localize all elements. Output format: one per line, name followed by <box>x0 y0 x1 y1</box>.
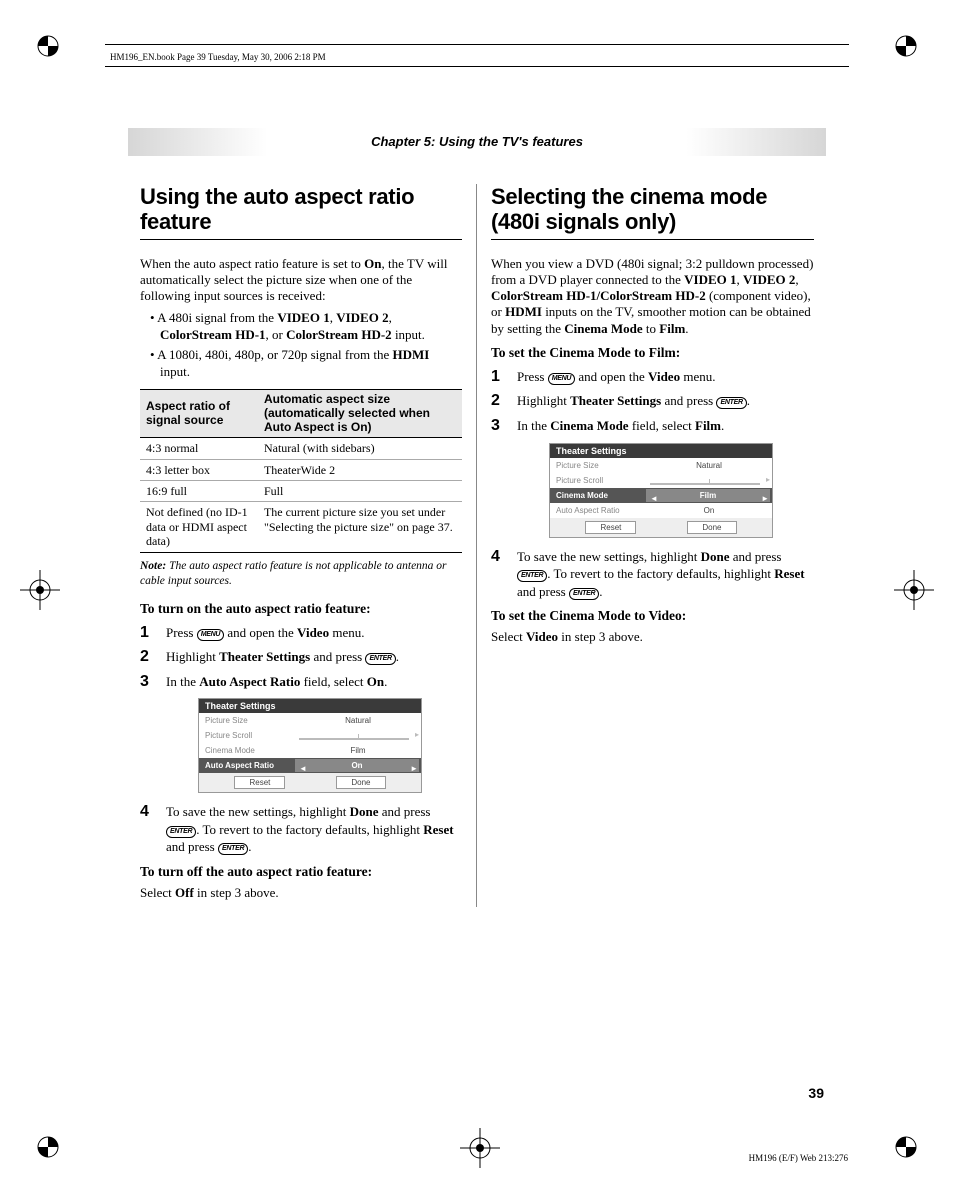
section-heading: Selecting the cinema mode (480i signals … <box>491 184 814 240</box>
step-item: 3In the Auto Aspect Ratio field, select … <box>140 671 462 693</box>
step-item: 2Highlight Theater Settings and press EN… <box>491 390 814 412</box>
subheading: To turn off the auto aspect ratio featur… <box>140 864 462 880</box>
step-item: 4To save the new settings, highlight Don… <box>491 546 814 601</box>
table-cell: 16:9 full <box>140 481 258 502</box>
step-item: 4To save the new settings, highlight Don… <box>140 801 462 856</box>
note-text: Note: The auto aspect ratio feature is n… <box>140 559 462 589</box>
osd-theater-settings: Theater Settings Picture SizeNatural Pic… <box>549 443 773 538</box>
step-number: 1 <box>491 366 517 388</box>
step-number: 2 <box>140 646 166 668</box>
menu-button-icon: MENU <box>197 629 224 641</box>
subheading: To turn on the auto aspect ratio feature… <box>140 601 462 617</box>
registration-target-icon <box>460 1128 500 1173</box>
table-cell: Natural (with sidebars) <box>258 438 462 459</box>
osd-reset-button: Reset <box>585 521 636 534</box>
osd-done-button: Done <box>336 776 385 789</box>
osd-row-highlighted: Auto Aspect Ratio◄On► <box>199 758 421 773</box>
table-cell: The current picture size you set under "… <box>258 502 462 552</box>
triangle-left-icon: ◄ <box>650 492 658 505</box>
left-column: Using the auto aspect ratio feature When… <box>130 184 477 907</box>
step-number: 3 <box>140 671 166 693</box>
body-text: Select Video in step 3 above. <box>491 629 814 645</box>
step-number: 4 <box>491 546 517 568</box>
step-number: 4 <box>140 801 166 823</box>
triangle-right-icon: ► <box>410 762 418 775</box>
header-rule <box>105 44 849 45</box>
table-cell: Not defined (no ID-1 data or HDMI aspect… <box>140 502 258 552</box>
enter-button-icon: ENTER <box>716 397 746 409</box>
text-bold: On <box>364 256 381 271</box>
step-item: 1Press MENU and open the Video menu. <box>491 366 814 388</box>
step-item: 1Press MENU and open the Video menu. <box>140 622 462 644</box>
crop-mark-icon <box>30 1129 66 1165</box>
osd-title: Theater Settings <box>550 444 772 458</box>
body-text: Select Off in step 3 above. <box>140 885 462 901</box>
crop-mark-icon <box>30 28 66 64</box>
book-header: HM196_EN.book Page 39 Tuesday, May 30, 2… <box>110 52 326 62</box>
osd-button-row: Reset Done <box>199 773 421 792</box>
triangle-right-icon: ► <box>761 492 769 505</box>
aspect-ratio-table: Aspect ratio of signal sourceAutomatic a… <box>140 389 462 553</box>
step-item: 2Highlight Theater Settings and press EN… <box>140 646 462 668</box>
registration-target-icon <box>20 570 60 615</box>
osd-row: Auto Aspect RatioOn <box>550 503 772 518</box>
subheading: To set the Cinema Mode to Film: <box>491 345 814 361</box>
enter-button-icon: ENTER <box>166 826 196 838</box>
enter-button-icon: ENTER <box>365 653 395 665</box>
enter-button-icon: ENTER <box>218 843 248 855</box>
step-item: 3In the Cinema Mode field, select Film. <box>491 415 814 437</box>
table-header: Aspect ratio of signal source <box>140 389 258 437</box>
bullet-item: A 480i signal from the VIDEO 1, VIDEO 2,… <box>150 310 462 344</box>
osd-done-button: Done <box>687 521 736 534</box>
osd-row: Picture SizeNatural <box>199 713 421 728</box>
step-number: 1 <box>140 622 166 644</box>
intro-paragraph: When you view a DVD (480i signal; 3:2 pu… <box>491 256 814 337</box>
section-heading: Using the auto aspect ratio feature <box>140 184 462 240</box>
osd-row: Picture Scroll▸ <box>550 473 772 488</box>
steps-list: 4To save the new settings, highlight Don… <box>491 546 814 601</box>
page-number: 39 <box>808 1085 824 1101</box>
steps-list: 4To save the new settings, highlight Don… <box>140 801 462 856</box>
steps-list: 1Press MENU and open the Video menu. 2Hi… <box>491 366 814 437</box>
triangle-left-icon: ◄ <box>299 762 307 775</box>
osd-row: Picture Scroll▸ <box>199 728 421 743</box>
right-column: Selecting the cinema mode (480i signals … <box>477 184 824 907</box>
osd-button-row: Reset Done <box>550 518 772 537</box>
bullet-item: A 1080i, 480i, 480p, or 720p signal from… <box>150 347 462 381</box>
crop-mark-icon <box>888 28 924 64</box>
osd-row: Cinema ModeFilm <box>199 743 421 758</box>
slider-icon: ▸ <box>646 473 772 488</box>
header-rule <box>105 66 849 67</box>
steps-list: 1Press MENU and open the Video menu. 2Hi… <box>140 622 462 693</box>
subheading: To set the Cinema Mode to Video: <box>491 608 814 624</box>
footer-doc-id: HM196 (E/F) Web 213:276 <box>749 1153 848 1163</box>
osd-theater-settings: Theater Settings Picture SizeNatural Pic… <box>198 698 422 793</box>
table-cell: 4:3 letter box <box>140 459 258 480</box>
bullet-list: A 480i signal from the VIDEO 1, VIDEO 2,… <box>150 310 462 381</box>
osd-reset-button: Reset <box>234 776 285 789</box>
registration-target-icon <box>894 570 934 615</box>
slider-icon: ▸ <box>295 728 421 743</box>
table-header: Automatic aspect size (automatically sel… <box>258 389 462 437</box>
step-number: 3 <box>491 415 517 437</box>
enter-button-icon: ENTER <box>517 570 547 582</box>
table-cell: Full <box>258 481 462 502</box>
text: When the auto aspect ratio feature is se… <box>140 256 364 271</box>
chapter-banner: Chapter 5: Using the TV's features <box>128 128 826 156</box>
menu-button-icon: MENU <box>548 373 575 385</box>
osd-row: Picture SizeNatural <box>550 458 772 473</box>
intro-paragraph: When the auto aspect ratio feature is se… <box>140 256 462 305</box>
table-cell: TheaterWide 2 <box>258 459 462 480</box>
table-cell: 4:3 normal <box>140 438 258 459</box>
osd-title: Theater Settings <box>199 699 421 713</box>
crop-mark-icon <box>888 1129 924 1165</box>
enter-button-icon: ENTER <box>569 588 599 600</box>
osd-row-highlighted: Cinema Mode◄Film► <box>550 488 772 503</box>
step-number: 2 <box>491 390 517 412</box>
